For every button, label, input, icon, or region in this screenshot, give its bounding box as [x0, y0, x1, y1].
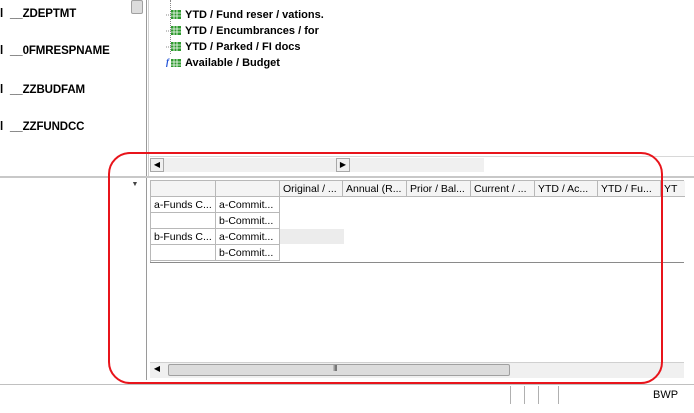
characteristic-label: __ZZFUNDCC [10, 121, 85, 133]
keyfigure-icon [166, 24, 182, 36]
status-cell [510, 386, 524, 404]
characteristic-item[interactable]: l __ZZBUDFAM [0, 84, 85, 96]
status-cell [524, 386, 538, 404]
tree-item-label: YTD / Fund reser / vations. [185, 9, 324, 21]
grid-column-header[interactable]: YT [661, 181, 685, 197]
tree-item-label: YTD / Encumbrances / for [185, 25, 319, 37]
keyfigure-icon [166, 40, 182, 52]
characteristic-label: __ZDEPTMT [10, 8, 77, 20]
tree-item-label: Available / Budget [185, 57, 280, 69]
pane-divider [146, 0, 147, 176]
svg-text:f: f [166, 57, 170, 67]
characteristic-item[interactable]: l __ZZFUNDCC [0, 121, 84, 133]
tree-item-label: YTD / Parked / FI docs [185, 41, 301, 53]
scrollbar-thumb[interactable] [131, 0, 143, 14]
tree-item[interactable]: YTD / Fund reser / vations. [166, 8, 324, 22]
tree-item[interactable]: f Available / Budget [166, 56, 280, 70]
vertical-scrollbar[interactable] [130, 0, 144, 176]
characteristic-label: __ZZBUDFAM [10, 84, 86, 96]
system-name: BWP [653, 389, 679, 401]
characteristic-item[interactable]: l __0FMRESPNAME [0, 45, 110, 57]
formula-icon: f [166, 56, 182, 68]
annotation-highlight [108, 152, 663, 384]
status-cell [538, 386, 558, 404]
tree-item[interactable]: YTD / Encumbrances / for [166, 24, 319, 38]
tree-item[interactable]: YTD / Parked / FI docs [166, 40, 301, 54]
characteristic-label: __0FMRESPNAME [10, 45, 110, 57]
status-cell [558, 386, 648, 404]
characteristics-pane: l __ZDEPTMT l __0FMRESPNAME l __ZZBUDFAM l _… [0, 0, 146, 176]
keyfigure-icon [166, 8, 182, 20]
pane-divider [148, 0, 149, 176]
characteristic-item[interactable]: l __ZDEPTMT [0, 8, 76, 20]
